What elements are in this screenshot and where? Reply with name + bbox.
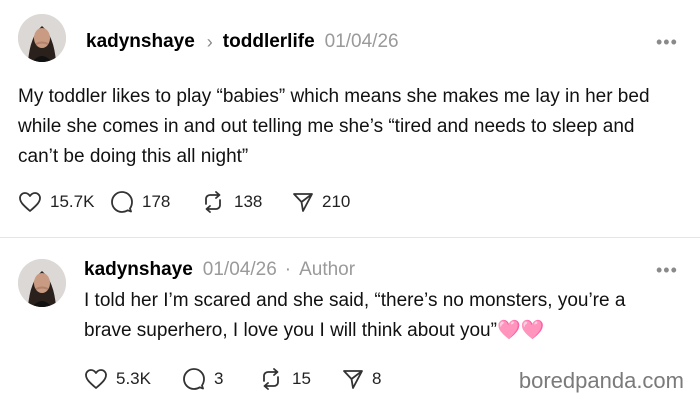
more-icon[interactable]: ••• [656,33,678,51]
reply-actions: 5.3K 3 15 8 [84,367,402,391]
send-icon [343,370,363,389]
repost-button[interactable]: 138 [200,190,292,214]
like-count: 5.3K [116,369,151,388]
share-count: 8 [372,369,382,388]
like-button[interactable]: 5.3K [84,368,182,390]
reply-count: 3 [214,369,224,388]
like-count: 15.7K [50,192,95,211]
share-count: 210 [322,192,351,211]
reply-separator: · [284,259,292,280]
heart-icon [19,192,41,212]
reply-button[interactable]: 178 [110,190,200,214]
more-icon[interactable]: ••• [656,261,678,279]
comment-icon [111,191,133,213]
author-badge: Author [299,259,356,280]
reply-text: I told her I’m scared and she said, “the… [84,290,626,341]
repost-count: 15 [292,369,311,388]
heart-icon [85,369,107,389]
share-button[interactable]: 210 [292,191,372,213]
repost-icon [263,368,279,390]
post-date: 01/04/26 [324,31,399,52]
divider [0,237,700,238]
repost-count: 138 [234,192,263,211]
post-actions: 15.7K 178 138 210 [18,190,372,214]
chevron-right-icon: › [206,32,213,52]
reply-count: 178 [142,192,171,211]
post-topic[interactable]: toddlerlife [223,30,315,54]
avatar[interactable] [18,14,66,62]
post-username[interactable]: kadynshaye [86,30,195,54]
reply-date: 01/04/26 [202,259,277,280]
reply-username[interactable]: kadynshaye [84,258,193,282]
repost-button[interactable]: 15 [258,367,342,391]
share-button[interactable]: 8 [342,368,402,390]
post-text: My toddler likes to play “babies” which … [18,86,650,167]
send-icon [293,193,313,212]
like-button[interactable]: 15.7K [18,191,110,213]
reply-button[interactable]: 3 [182,367,258,391]
comment-icon [183,368,205,390]
watermark: boredpanda.com [518,368,684,393]
reply-avatar[interactable] [18,259,66,307]
repost-icon [205,191,221,213]
